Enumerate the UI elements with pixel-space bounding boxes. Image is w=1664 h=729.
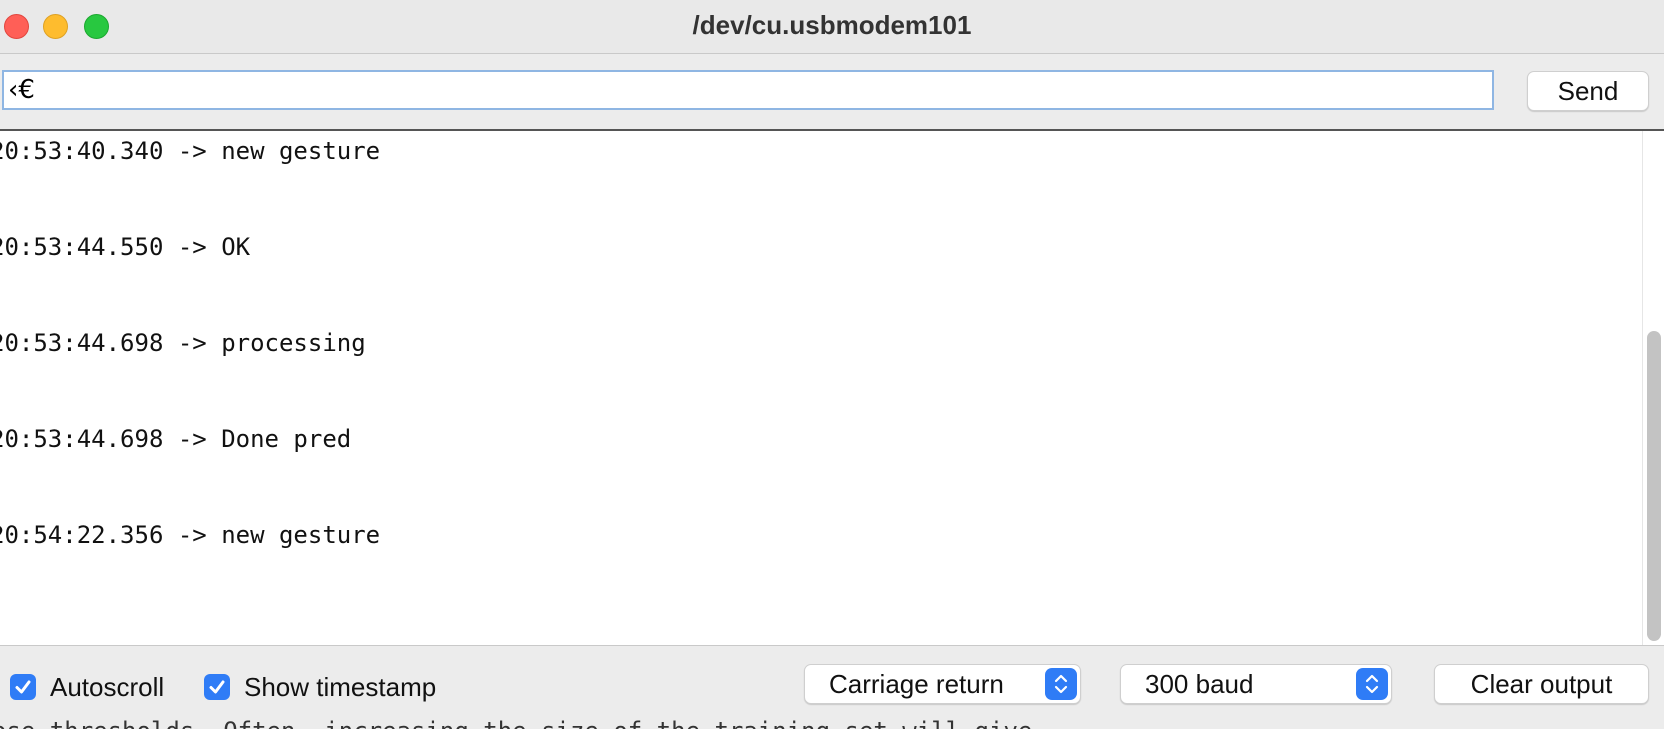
baud-rate-select[interactable]: 300 baud: [1120, 664, 1392, 704]
log-line: 20:53:44.698 -> processing: [0, 329, 366, 357]
footer-bar: Autoscroll Show timestamp Carriage retur…: [0, 646, 1664, 729]
title-bar: /dev/cu.usbmodem101: [0, 0, 1664, 54]
show-timestamp-label: Show timestamp: [244, 671, 437, 702]
log-line: 20:53:44.550 -> OK: [0, 233, 251, 261]
serial-output[interactable]: 20:53:40.340 -> new gesture 20:53:44.550…: [0, 131, 1664, 646]
send-row: Send: [0, 54, 1664, 131]
scrollbar-thumb[interactable]: [1647, 331, 1661, 641]
send-button[interactable]: Send: [1527, 71, 1649, 111]
log-line: 20:53:44.698 -> Done pred: [0, 425, 352, 453]
window-title: /dev/cu.usbmodem101: [692, 10, 972, 40]
send-input[interactable]: [2, 70, 1494, 110]
baud-rate-value: 300 baud: [1145, 669, 1254, 699]
show-timestamp-checkbox[interactable]: Show timestamp: [204, 672, 436, 702]
clear-output-button[interactable]: Clear output: [1434, 664, 1649, 704]
log-list: 20:53:40.340 -> new gesture 20:53:44.550…: [0, 131, 380, 615]
vertical-scrollbar[interactable]: [1642, 131, 1664, 645]
autoscroll-checkbox[interactable]: Autoscroll: [10, 672, 164, 702]
line-ending-select[interactable]: Carriage return: [804, 664, 1081, 704]
chevron-updown-icon: [1356, 668, 1388, 700]
log-line: 20:54:22.356 -> new gesture: [0, 521, 381, 549]
line-ending-value: Carriage return: [829, 669, 1004, 699]
serial-monitor-window: /dev/cu.usbmodem101 Send 20:53:40.340 ->…: [0, 0, 1664, 729]
log-line: 20:53:40.340 -> new gesture: [0, 137, 381, 165]
chevron-updown-icon: [1045, 668, 1077, 700]
background-window-text: ose thresholds. Often, increasing the si…: [0, 717, 1032, 729]
autoscroll-label: Autoscroll: [50, 671, 165, 702]
checkmark-icon: [10, 674, 36, 700]
checkmark-icon: [204, 674, 230, 700]
